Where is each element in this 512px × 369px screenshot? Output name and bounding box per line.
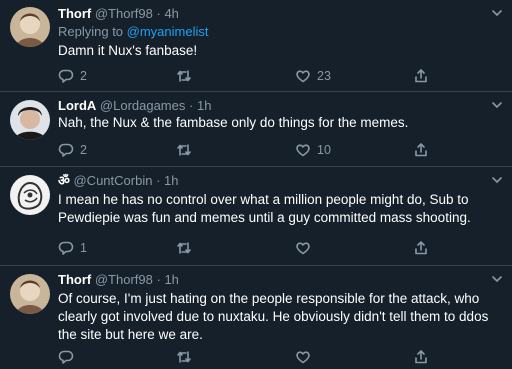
tweet-actions: 2 10 — [58, 141, 458, 159]
retweet-button[interactable] — [176, 239, 198, 257]
like-button[interactable]: 23 — [295, 67, 331, 85]
tweet-header: ॐ @CuntCorbin · 1h — [58, 173, 179, 189]
chevron-down-icon[interactable] — [490, 6, 504, 20]
heart-icon — [296, 242, 310, 255]
tweet[interactable]: Thorf @Thorf98 · 1h Of course, I'm just … — [0, 266, 512, 369]
timestamp[interactable]: 1h — [164, 173, 178, 188]
share-button[interactable] — [413, 239, 429, 257]
timestamp[interactable]: 1h — [164, 272, 178, 287]
avatar[interactable] — [10, 100, 50, 140]
avatar[interactable] — [10, 7, 50, 47]
share-button[interactable] — [413, 67, 429, 85]
share-button[interactable] — [413, 348, 429, 366]
user-handle[interactable]: @Thorf98 — [95, 6, 153, 21]
reply-icon — [58, 143, 74, 157]
tweet-text: Of course, I'm just hating on the people… — [58, 291, 489, 342]
separator-dot: · — [156, 272, 161, 287]
mention-link[interactable]: @myanimelist — [127, 24, 209, 39]
tweet-header: Thorf @Thorf98 · 4h — [58, 6, 179, 22]
retweet-button[interactable] — [176, 67, 198, 85]
like-button[interactable]: 10 — [295, 141, 331, 159]
separator-dot: · — [156, 6, 161, 21]
tweet-text: I mean he has no control over what a mil… — [58, 192, 471, 225]
like-count: 10 — [317, 143, 331, 157]
reply-count: 2 — [80, 143, 87, 157]
avatar[interactable] — [10, 274, 50, 314]
user-handle[interactable]: @CuntCorbin — [73, 173, 152, 188]
tweet-header: Thorf @Thorf98 · 1h — [58, 272, 179, 288]
chevron-down-icon[interactable] — [490, 98, 504, 112]
tweet-text: Damn it Nux's fanbase! — [58, 43, 198, 58]
tweet[interactable]: Thorf @Thorf98 · 4h Replying to @myanime… — [0, 0, 512, 92]
separator-dot: · — [189, 98, 194, 113]
tweet-actions: 1 — [58, 239, 458, 257]
retweet-icon — [177, 70, 191, 82]
display-name[interactable]: LordA — [58, 98, 96, 113]
chevron-down-icon[interactable] — [490, 173, 504, 187]
reply-button[interactable]: 1 — [58, 239, 87, 257]
reply-count: 2 — [80, 69, 87, 83]
display-name[interactable]: Thorf — [58, 6, 91, 21]
share-icon — [415, 143, 427, 157]
user-handle[interactable]: @Lordagames — [100, 98, 185, 113]
reply-count: 1 — [80, 241, 87, 255]
tweet-actions: 2 23 — [58, 67, 458, 85]
separator-dot: · — [156, 173, 161, 188]
tweet-text: Nah, the Nux & the fambase only do thing… — [58, 115, 409, 130]
retweet-button[interactable] — [176, 141, 198, 159]
avatar[interactable] — [10, 175, 50, 215]
like-count: 23 — [317, 69, 331, 83]
retweet-icon — [177, 144, 191, 156]
display-name[interactable]: Thorf — [58, 272, 91, 287]
reply-icon — [58, 69, 74, 83]
reply-button[interactable]: 2 — [58, 67, 87, 85]
display-name[interactable]: ॐ — [58, 173, 70, 188]
share-button[interactable] — [413, 141, 429, 159]
reply-icon — [58, 241, 74, 255]
timestamp[interactable]: 1h — [197, 98, 211, 113]
like-button[interactable] — [295, 348, 317, 366]
tweet[interactable]: LordA @Lordagames · 1h Nah, the Nux & th… — [0, 92, 512, 167]
chevron-down-icon[interactable] — [490, 272, 504, 286]
replying-to-label: Replying to — [58, 24, 127, 39]
retweet-icon — [177, 351, 191, 363]
share-icon — [415, 350, 427, 364]
share-icon — [415, 69, 427, 83]
heart-icon — [296, 70, 310, 83]
heart-icon — [296, 144, 310, 157]
tweet-actions — [58, 348, 458, 366]
retweet-button[interactable] — [176, 348, 198, 366]
heart-icon — [296, 351, 310, 364]
retweet-icon — [177, 242, 191, 254]
reply-button[interactable]: 2 — [58, 141, 87, 159]
replying-to: Replying to @myanimelist — [58, 24, 208, 40]
like-button[interactable] — [295, 239, 317, 257]
tweet-header: LordA @Lordagames · 1h — [58, 98, 211, 114]
reply-button[interactable] — [58, 348, 80, 366]
timeline: Thorf @Thorf98 · 4h Replying to @myanime… — [0, 0, 512, 369]
reply-icon — [58, 350, 74, 364]
timestamp[interactable]: 4h — [164, 6, 178, 21]
share-icon — [415, 241, 427, 255]
tweet[interactable]: ॐ @CuntCorbin · 1h I mean he has no cont… — [0, 167, 512, 266]
user-handle[interactable]: @Thorf98 — [95, 272, 153, 287]
